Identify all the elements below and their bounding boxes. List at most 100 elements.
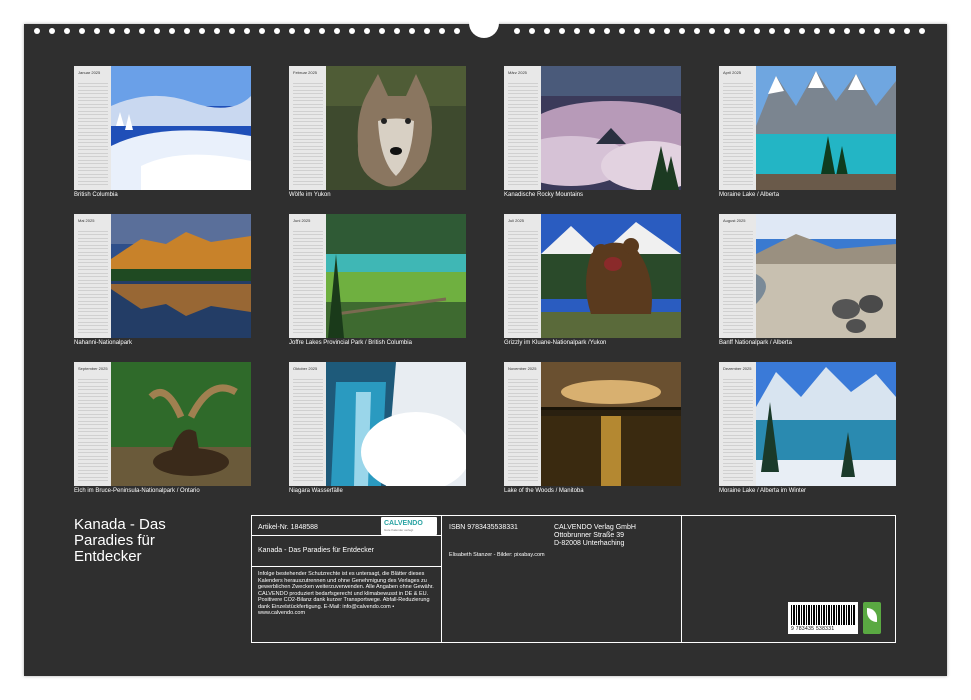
date-lines xyxy=(508,376,538,482)
binding-hole xyxy=(199,28,205,34)
binding-hole xyxy=(799,28,805,34)
date-strip: Juni 2025 xyxy=(289,214,326,338)
date-lines xyxy=(78,80,108,186)
binding-hole xyxy=(229,28,235,34)
photo-caption: Banff Nationalpark / Alberta xyxy=(719,340,792,346)
binding-hole xyxy=(709,28,715,34)
binding-hole xyxy=(679,28,685,34)
calendar-back-sheet: Januar 2025 British Columbia Februar 2025 W… xyxy=(24,14,947,676)
month-photo xyxy=(111,66,251,190)
binding-hole xyxy=(904,28,910,34)
binding-hole xyxy=(454,28,460,34)
binding-hole xyxy=(94,28,100,34)
binding-hole xyxy=(214,28,220,34)
binding-hole xyxy=(604,28,610,34)
month-photo xyxy=(756,362,896,486)
month-thumbnail: November 2025 Lake of the Woods / Manitob… xyxy=(504,362,681,502)
date-strip: Juli 2025 xyxy=(504,214,541,338)
binding-hole xyxy=(874,28,880,34)
month-photo xyxy=(541,362,681,486)
date-lines xyxy=(508,80,538,186)
month-name: Mai 2025 xyxy=(78,218,95,223)
publisher-city: D-82008 Unterhaching xyxy=(554,540,625,547)
binding-hole xyxy=(784,28,790,34)
barcode: 9 783435 538331 xyxy=(788,602,858,634)
photo-caption: Niagara Wasserfälle xyxy=(289,488,343,494)
month-page: März 2025 xyxy=(504,66,681,190)
date-strip: April 2025 xyxy=(719,66,756,190)
month-page: Januar 2025 xyxy=(74,66,251,190)
eco-leaf-icon xyxy=(863,602,881,634)
binding-hole xyxy=(394,28,400,34)
month-photo xyxy=(111,362,251,486)
month-thumbnail: August 2025 Banff Nationalpark / Alberta xyxy=(719,214,896,354)
binding-hole xyxy=(34,28,40,34)
photo-caption: Kanadische Rocky Mountains xyxy=(504,192,584,198)
month-name: Januar 2025 xyxy=(78,70,101,75)
isbn: ISBN 9783435538331 xyxy=(449,524,518,531)
binding-hole xyxy=(889,28,895,34)
calvendo-logo: CALVENDO Gute Kalender verlegt xyxy=(381,517,437,535)
photo-caption: Elch im Bruce-Peninsula-Nationalpark / O… xyxy=(74,488,200,494)
photo-caption: Wölfe im Yukon xyxy=(289,192,331,198)
binding-hole xyxy=(49,28,55,34)
month-name: Dezember 2025 xyxy=(723,366,752,371)
month-thumbnail: Februar 2025 Wölfe im Yukon xyxy=(289,66,466,206)
photo-caption: Joffre Lakes Provincial Park / British C… xyxy=(289,340,412,346)
month-thumbnail: Mai 2025 Nahanni-Nationalpark xyxy=(74,214,251,354)
month-photo xyxy=(541,214,681,338)
date-strip: Oktober 2025 xyxy=(289,362,326,486)
binding-hole xyxy=(544,28,550,34)
month-thumbnail: März 2025 Kanadische Rocky Mountains xyxy=(504,66,681,206)
binding-hole xyxy=(529,28,535,34)
month-photo xyxy=(756,66,896,190)
photo-caption: Grizzly im Kluane-Nationalpark /Yukon xyxy=(504,340,607,346)
month-page: Oktober 2025 xyxy=(289,362,466,486)
date-lines xyxy=(293,376,323,482)
binding-hole xyxy=(829,28,835,34)
photo-caption: Moraine Lake / Alberta im Winter xyxy=(719,488,807,494)
month-photo xyxy=(111,214,251,338)
date-lines xyxy=(78,376,108,482)
month-photo xyxy=(326,214,466,338)
month-thumbnail: Juli 2025 Grizzly im Kluane-Nationalpark … xyxy=(504,214,681,354)
binding-hole xyxy=(664,28,670,34)
binding-hole xyxy=(724,28,730,34)
binding-hole xyxy=(769,28,775,34)
binding-hole xyxy=(859,28,865,34)
binding-hole xyxy=(649,28,655,34)
month-page: Juni 2025 xyxy=(289,214,466,338)
month-photo xyxy=(326,362,466,486)
date-strip: Februar 2025 xyxy=(289,66,326,190)
binding-hole xyxy=(379,28,385,34)
credits: Elisabeth Stanzer - Bilder: pixabay.com xyxy=(449,552,545,558)
binding-hole xyxy=(274,28,280,34)
binding-hole xyxy=(754,28,760,34)
month-name: August 2025 xyxy=(723,218,746,223)
binding-hole xyxy=(259,28,265,34)
month-page: August 2025 xyxy=(719,214,896,338)
binding-hole xyxy=(574,28,580,34)
date-lines xyxy=(293,228,323,334)
binding-hole xyxy=(64,28,70,34)
binding-hole xyxy=(559,28,565,34)
info-box: Artikel-Nr. 1848588 CALVENDO Gute Kalende… xyxy=(251,515,896,643)
binding-hole xyxy=(289,28,295,34)
legal-text: Infolge bestehender Schutzrechte ist es … xyxy=(258,571,434,616)
binding-hole xyxy=(184,28,190,34)
date-strip: März 2025 xyxy=(504,66,541,190)
date-lines xyxy=(293,80,323,186)
binding-hole xyxy=(319,28,325,34)
month-page: September 2025 xyxy=(74,362,251,486)
binding-hole xyxy=(694,28,700,34)
binding-hole xyxy=(424,28,430,34)
date-strip: September 2025 xyxy=(74,362,111,486)
month-thumbnail: September 2025 Elch im Bruce-Peninsula-Na… xyxy=(74,362,251,502)
date-lines xyxy=(723,376,753,482)
binding-hole xyxy=(244,28,250,34)
binding-hole xyxy=(919,28,925,34)
photo-caption: British Columbia xyxy=(74,192,118,198)
binding-hole xyxy=(349,28,355,34)
binding-hole xyxy=(79,28,85,34)
month-thumbnail: April 2025 Moraine Lake / Alberta xyxy=(719,66,896,206)
